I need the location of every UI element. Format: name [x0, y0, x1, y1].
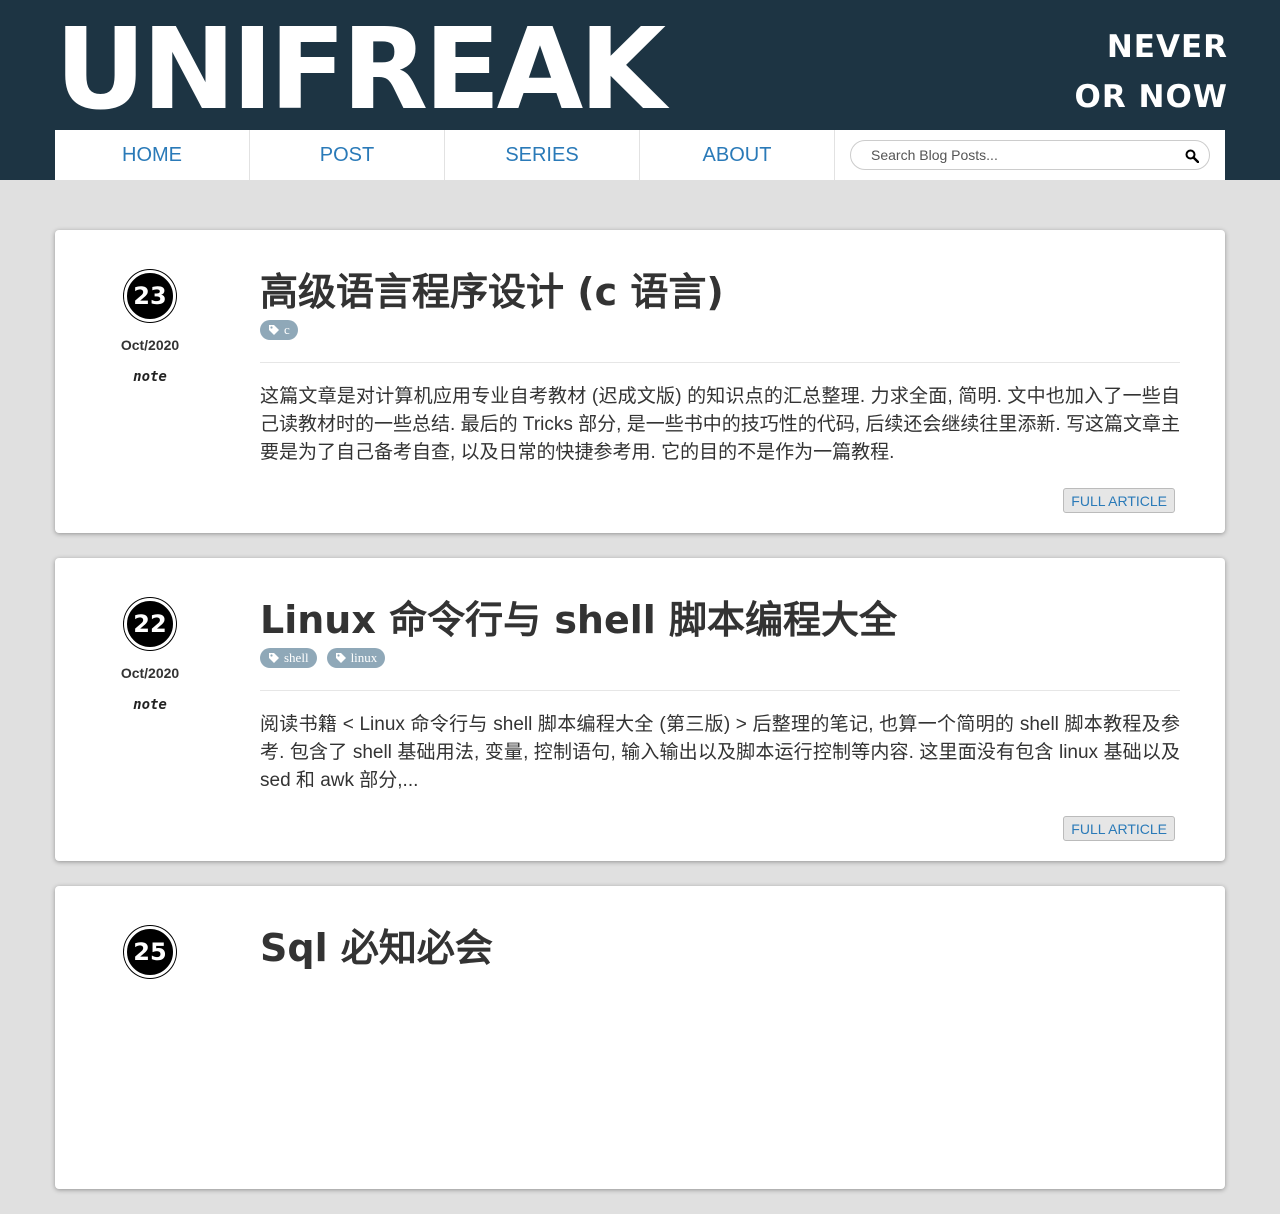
nav-about[interactable]: ABOUT: [640, 130, 835, 180]
slogan-line-1: NEVER: [1106, 29, 1228, 65]
nav-series[interactable]: SERIES: [445, 130, 640, 180]
full-article-button[interactable]: FULL ARTICLE: [1063, 816, 1175, 841]
post-tags: shell linux: [260, 648, 1180, 670]
post-title[interactable]: Linux 命令行与 shell 脚本编程大全: [260, 596, 1180, 644]
tag-icon: [335, 653, 346, 663]
post-date: 23 Oct/2020 note: [95, 270, 205, 385]
post-content: Linux 命令行与 shell 脚本编程大全 shell linux 阅读书籍…: [260, 596, 1180, 795]
post-month: Oct/2020: [120, 337, 180, 353]
post-month: Oct/2020: [120, 665, 180, 681]
site-header: UNIFREAK NEVER OR NOW HOME POST SERIES A…: [0, 0, 1280, 180]
search-box: [850, 140, 1210, 170]
search-icon[interactable]: [1185, 149, 1199, 163]
post-list: 23 Oct/2020 note 高级语言程序设计 (c 语言) c 这篇文章是…: [55, 230, 1225, 1214]
post-excerpt: 这篇文章是对计算机应用专业自考教材 (迟成文版) 的知识点的汇总整理. 力求全面…: [260, 386, 1180, 463]
main-nav: HOME POST SERIES ABOUT: [55, 130, 1225, 180]
post-card: 22 Oct/2020 note Linux 命令行与 shell 脚本编程大全…: [55, 558, 1225, 861]
post-title[interactable]: Sql 必知必会: [260, 924, 1180, 972]
post-category[interactable]: note: [95, 697, 205, 713]
post-content: Sql 必知必会: [260, 924, 1180, 972]
post-day-badge: 22: [124, 598, 176, 650]
post-card: 25 Sql 必知必会: [55, 886, 1225, 1189]
search-input[interactable]: [851, 141, 1171, 169]
post-date: 25: [95, 926, 205, 978]
site-logo[interactable]: UNIFREAK: [55, 10, 666, 130]
nav-post[interactable]: POST: [250, 130, 445, 180]
full-article-button[interactable]: FULL ARTICLE: [1063, 488, 1175, 513]
search-container: [835, 130, 1225, 180]
post-tags: c: [260, 320, 1180, 342]
post-day-badge: 23: [124, 270, 176, 322]
post-tag-label: c: [284, 322, 290, 337]
post-date: 22 Oct/2020 note: [95, 598, 205, 713]
nav-home[interactable]: HOME: [55, 130, 250, 180]
post-tag-label: linux: [350, 650, 378, 665]
tag-icon: [269, 325, 279, 335]
post-tag[interactable]: c: [260, 320, 298, 340]
post-content: 高级语言程序设计 (c 语言) c 这篇文章是对计算机应用专业自考教材 (迟成文…: [260, 268, 1180, 467]
post-divider: [260, 362, 1180, 363]
tag-icon: [269, 653, 279, 663]
slogan-line-2: OR NOW: [1074, 79, 1228, 115]
post-tag-label: shell: [284, 650, 309, 665]
post-card: 23 Oct/2020 note 高级语言程序设计 (c 语言) c 这篇文章是…: [55, 230, 1225, 533]
post-category[interactable]: note: [95, 369, 205, 385]
post-excerpt: 阅读书籍 < Linux 命令行与 shell 脚本编程大全 (第三版) > 后…: [260, 714, 1180, 791]
post-title[interactable]: 高级语言程序设计 (c 语言): [260, 268, 1180, 316]
site-slogan: NEVER OR NOW: [1074, 22, 1228, 122]
post-divider: [260, 690, 1180, 691]
post-tag[interactable]: linux: [326, 648, 386, 668]
post-tag[interactable]: shell: [260, 648, 317, 668]
post-day-badge: 25: [124, 926, 176, 978]
